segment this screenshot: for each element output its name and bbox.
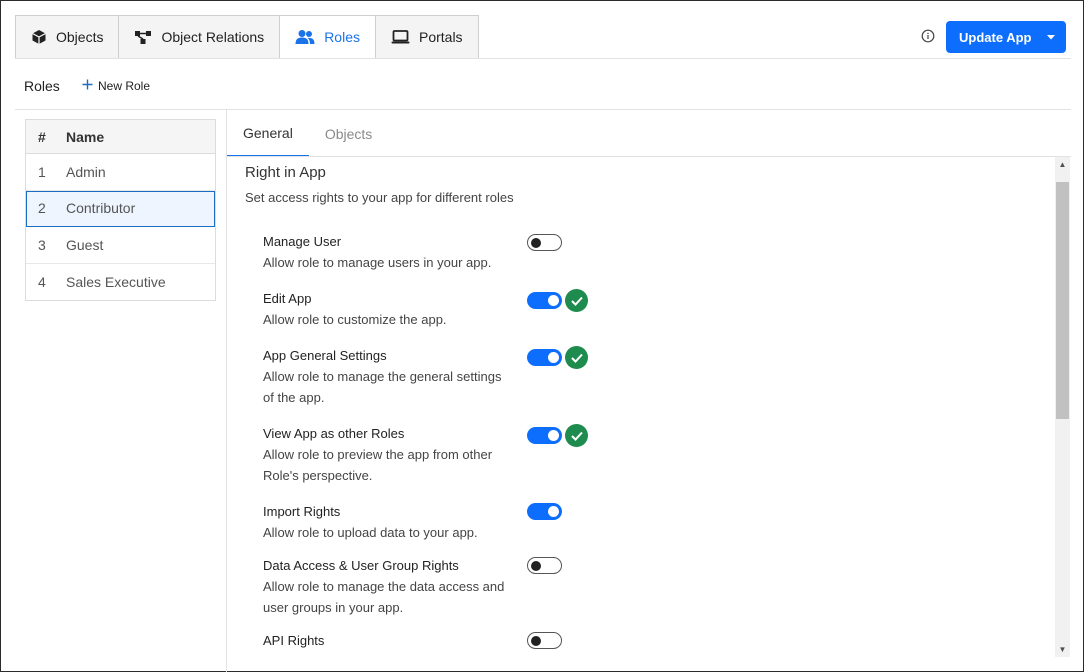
row-number: 3 — [38, 236, 46, 253]
scroll-up-icon[interactable]: ▲ — [1055, 157, 1070, 172]
column-header-name: Name — [66, 128, 105, 145]
top-tab-divider — [15, 58, 1071, 59]
role-name: Contributor — [66, 200, 136, 217]
check-circle-icon — [565, 424, 588, 447]
chevron-down-icon[interactable] — [1036, 21, 1066, 53]
table-row[interactable]: 3 Guest — [26, 227, 215, 264]
tab-objects[interactable]: Objects — [15, 15, 119, 59]
permission-description: Allow role to manage the general setting… — [263, 369, 502, 405]
new-role-button[interactable]: New Role — [82, 79, 150, 93]
roles-table: # Name 1 Admin 2 Contributor 3 Guest 4 S… — [25, 119, 216, 301]
edit-app-toggle[interactable] — [527, 292, 562, 309]
column-header-number: # — [38, 128, 46, 145]
table-row[interactable]: 4 Sales Executive — [26, 264, 215, 301]
scroll-down-icon[interactable]: ▼ — [1055, 642, 1070, 657]
tab-label: Roles — [324, 29, 360, 45]
tab-roles[interactable]: Roles — [279, 15, 375, 59]
table-row[interactable]: 1 Admin — [26, 154, 215, 191]
tab-portals[interactable]: Portals — [374, 15, 479, 59]
top-tab-bar: Objects Object Relations Roles Portals — [15, 15, 479, 59]
api-rights-toggle[interactable] — [527, 632, 562, 649]
roles-bar-divider — [15, 109, 1071, 110]
app-general-settings-toggle[interactable] — [527, 349, 562, 366]
permission-description: Allow role to manage the data access and… — [263, 579, 505, 615]
role-name: Sales Executive — [66, 273, 166, 290]
role-name: Admin — [66, 163, 106, 180]
tab-label: Objects — [56, 29, 104, 45]
new-role-label: New Role — [98, 79, 151, 93]
check-circle-icon — [565, 289, 588, 312]
row-number: 1 — [38, 163, 46, 180]
tab-objects-rights[interactable]: Objects — [309, 110, 388, 157]
tab-label: Object Relations — [161, 29, 265, 45]
plus-icon — [82, 79, 93, 93]
table-header: # Name — [26, 120, 215, 154]
data-access-toggle[interactable] — [527, 557, 562, 574]
check-circle-icon — [565, 346, 588, 369]
permission-description: Allow role to preview the app from other… — [263, 447, 493, 483]
section-title: Right in App — [245, 164, 326, 181]
table-row-selected[interactable]: 2 Contributor — [26, 190, 215, 227]
permission-description: Allow role to manage users in your app. — [263, 255, 492, 270]
role-name: Guest — [66, 236, 104, 253]
permission-description: Allow role to customize the app. — [263, 312, 447, 327]
info-icon[interactable] — [921, 29, 935, 43]
update-app-label: Update App — [959, 29, 1032, 45]
row-number: 2 — [38, 200, 46, 217]
section-description: Set access rights to your app for differ… — [245, 190, 514, 205]
detail-tab-bar: General Objects — [227, 110, 388, 157]
laptop-icon — [391, 29, 410, 45]
users-icon — [295, 29, 315, 45]
update-app-button[interactable]: Update App — [946, 21, 1066, 53]
manage-user-toggle[interactable] — [527, 234, 562, 251]
row-number: 4 — [38, 273, 46, 290]
scrollbar-thumb[interactable] — [1056, 182, 1069, 419]
tab-label: Portals — [418, 29, 463, 45]
tab-object-relations[interactable]: Object Relations — [118, 15, 280, 59]
tab-general[interactable]: General — [227, 110, 309, 157]
permissions-panel: Right in App Set access rights to your a… — [228, 157, 1055, 657]
import-rights-toggle[interactable] — [527, 503, 562, 520]
cube-icon — [31, 29, 47, 45]
relations-icon — [134, 29, 152, 45]
panel-divider — [226, 110, 227, 672]
content-scrollbar[interactable]: ▲ ▼ — [1055, 157, 1070, 657]
permission-description: Allow role to upload data to your app. — [263, 525, 478, 540]
view-as-other-roles-toggle[interactable] — [527, 427, 562, 444]
roles-heading: Roles — [24, 78, 60, 94]
